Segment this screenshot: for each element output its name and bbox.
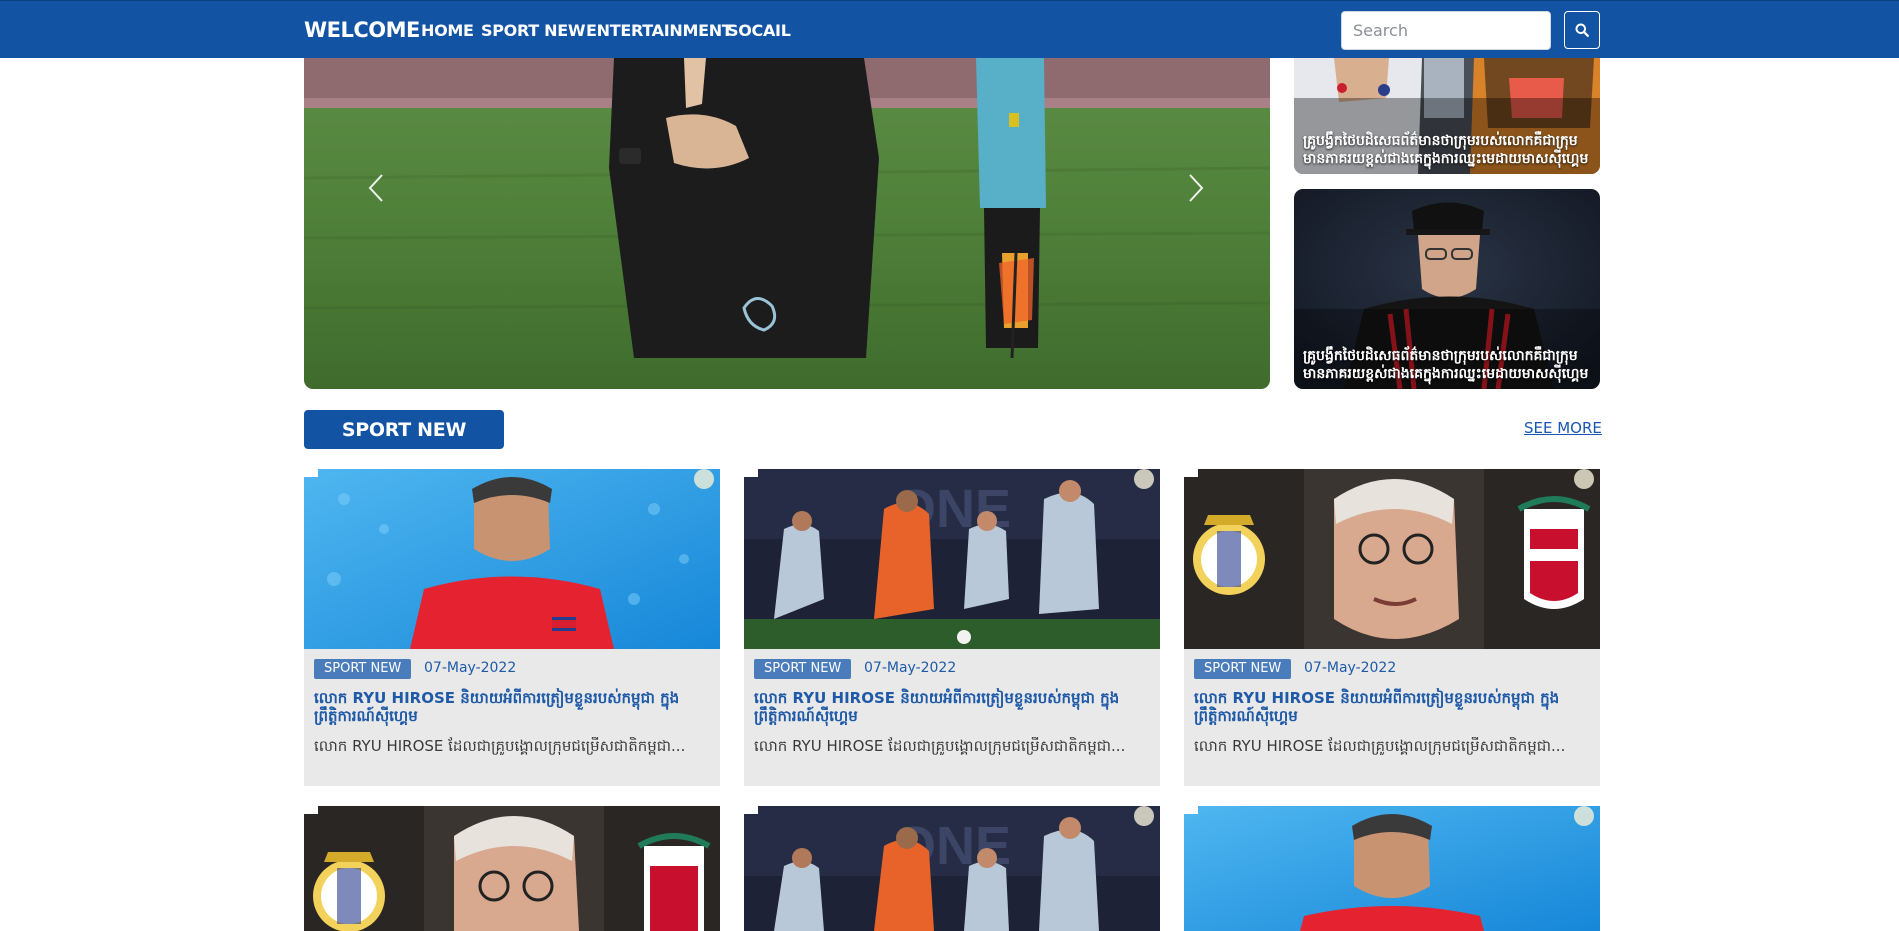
chevron-right-icon xyxy=(1189,174,1204,202)
search-icon xyxy=(1575,23,1589,37)
news-card[interactable]: ONE xyxy=(744,806,1160,931)
news-card-image: ONE xyxy=(744,469,1160,649)
section-title-badge: SPORT NEW xyxy=(304,410,504,449)
side-news-card[interactable]: គ្រូបង្វឹកថៃបដិសេធព័ត៌មានថាក្រុមរបស់លោកគ… xyxy=(1294,58,1600,174)
news-card[interactable] xyxy=(304,806,720,931)
carousel-next-button[interactable] xyxy=(1176,163,1216,213)
news-excerpt: លោក RYU HIROSE ដែលជាគ្រូបង្គោលក្រុមជម្រើ… xyxy=(1194,737,1566,755)
brand-logo[interactable]: WELCOME xyxy=(304,18,420,42)
nav-link-sport-new[interactable]: SPORT NEW xyxy=(481,21,586,40)
nav-link-home[interactable]: HOME xyxy=(421,21,474,40)
hero-carousel[interactable] xyxy=(304,58,1270,389)
side-news-title: គ្រូបង្វឹកថៃបដិសេធព័ត៌មានថាក្រុមរបស់លោកគ… xyxy=(1303,348,1589,382)
news-title[interactable]: លោក RYU HIROSE និយាយអំពីការត្រៀមខ្លួនរបស… xyxy=(754,689,1150,725)
news-card-image xyxy=(1184,806,1600,931)
news-card-image: ONE xyxy=(744,806,1160,931)
see-more-link[interactable]: SEE MORE xyxy=(1524,419,1602,437)
news-date: 07-May-2022 xyxy=(424,660,517,676)
news-date: 07-May-2022 xyxy=(864,660,957,676)
news-excerpt: លោក RYU HIROSE ដែលជាគ្រូបង្គោលក្រុមជម្រើ… xyxy=(314,737,686,755)
news-card-image xyxy=(304,469,720,649)
news-date: 07-May-2022 xyxy=(1304,660,1397,676)
news-card-image xyxy=(1184,469,1600,649)
news-card[interactable]: SPORT NEW 07-May-2022 លោក RYU HIROSE និយ… xyxy=(304,469,720,786)
news-category-tag[interactable]: SPORT NEW xyxy=(314,659,412,679)
news-excerpt: លោក RYU HIROSE ដែលជាគ្រូបង្គោលក្រុមជម្រើ… xyxy=(754,737,1126,755)
search-input[interactable] xyxy=(1341,11,1551,50)
news-card[interactable] xyxy=(1184,806,1600,931)
news-card[interactable]: ONE SPORT NEW 07-May-2022 លោក RYU HIROSE… xyxy=(744,469,1160,786)
search-button[interactable] xyxy=(1564,11,1600,49)
news-title[interactable]: លោក RYU HIROSE និយាយអំពីការត្រៀមខ្លួនរបស… xyxy=(1194,689,1590,725)
news-card[interactable]: SPORT NEW 07-May-2022 លោក RYU HIROSE និយ… xyxy=(1184,469,1600,786)
side-news-card[interactable]: គ្រូបង្វឹកថៃបដិសេធព័ត៌មានថាក្រុមរបស់លោកគ… xyxy=(1294,189,1600,389)
news-category-tag[interactable]: SPORT NEW xyxy=(1194,659,1292,679)
carousel-prev-button[interactable] xyxy=(356,163,396,213)
nav-link-social[interactable]: SOCAIL xyxy=(727,21,791,40)
chevron-left-icon xyxy=(368,174,383,202)
nav-link-entertainment[interactable]: ENTERTAINMENT xyxy=(586,21,733,40)
side-news-title: គ្រូបង្វឹកថៃបដិសេធព័ត៌មានថាក្រុមរបស់លោកគ… xyxy=(1303,133,1589,167)
news-title[interactable]: លោក RYU HIROSE និយាយអំពីការត្រៀមខ្លួនរបស… xyxy=(314,689,710,725)
news-category-tag[interactable]: SPORT NEW xyxy=(754,659,852,679)
top-navbar: WELCOME HOME SPORT NEW ENTERTAINMENT SOC… xyxy=(0,0,1899,58)
hero-image xyxy=(304,58,1270,389)
news-card-image xyxy=(304,806,720,931)
